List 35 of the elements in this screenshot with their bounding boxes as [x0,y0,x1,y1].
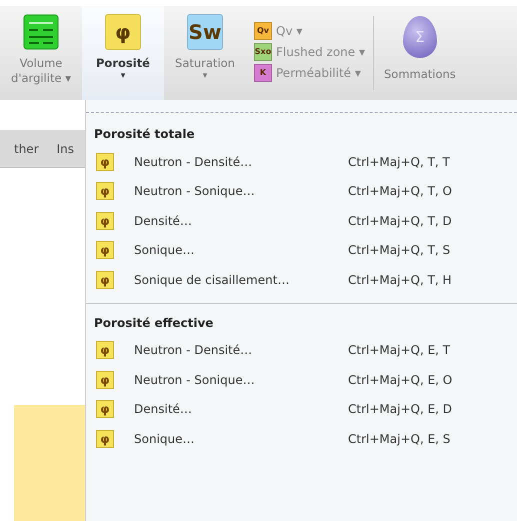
phi-icon: φ [96,430,114,448]
ribbon-button[interactable]: Sxo Flushed zone ▾ [254,43,365,61]
tab[interactable]: ther [14,140,39,158]
menu-item[interactable]: φ Densité… Ctrl+Maj+Q, E, D [86,394,517,424]
symbol-icon: K [254,64,272,82]
phi-icon: φ [96,341,114,360]
phi-icon: φ [96,212,114,230]
drop-icon: Σ [402,16,437,58]
tab[interactable]: Ins [56,140,74,158]
symbol-icon: Qv [254,22,272,40]
symbol-icon: Sxo [254,43,272,61]
menu-item[interactable]: φ Neutron - Densité… Ctrl+Maj+Q, T, T [86,147,517,176]
menu-item[interactable]: φ Densité… Ctrl+Maj+Q, T, D [86,206,517,236]
ribbon-button[interactable]: K Perméabilité ▾ [254,64,365,82]
phi-icon: φ [96,152,114,171]
phi-icon: φ [96,400,114,418]
menu-item[interactable]: φ Sonique… Ctrl+Maj+Q, E, S [86,424,517,454]
ribbon-button[interactable]: Volume d'argilite ▾ [0,6,82,100]
ribbon-button[interactable]: Sw Saturation ▾ [164,6,246,100]
section-header: Porosité totale [93,126,196,143]
menu-item[interactable]: φ Neutron - Sonique… Ctrl+Maj+Q, T, O [86,176,517,206]
menu-item[interactable]: φ Neutron - Densité… Ctrl+Maj+Q, E, T [86,336,517,365]
symbol-icon: φ [105,14,141,50]
phi-icon: φ [96,241,114,260]
phi-icon: φ [96,370,114,389]
symbol-icon: Sw [187,14,223,50]
menu-item[interactable]: φ Sonique… Ctrl+Maj+Q, T, S [86,236,517,265]
menu-item[interactable]: φ Sonique de cisaillement… Ctrl+Maj+Q, T, H [86,265,517,294]
grid-icon [23,14,59,50]
ribbon-button[interactable]: Qv Qv ▾ [254,22,365,40]
menu-item[interactable]: φ Neutron - Sonique… Ctrl+Maj+Q, E, O [86,365,517,394]
ribbon-button[interactable]: φ Porosité ▾ [82,6,164,100]
phi-icon: φ [96,270,114,289]
phi-icon: φ [96,182,114,200]
section-header: Porosité effective [93,314,214,332]
